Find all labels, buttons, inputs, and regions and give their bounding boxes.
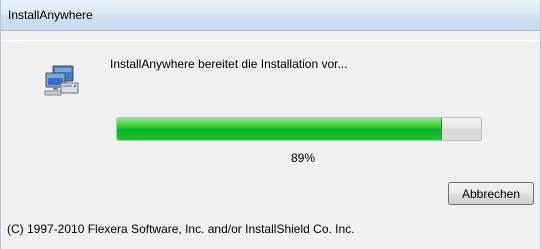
progress-bar xyxy=(116,117,482,141)
copyright-text: (C) 1997-2010 Flexera Software, Inc. and… xyxy=(7,222,355,236)
installer-window: InstallAnywhere InstallAnywhere bereitet… xyxy=(0,0,541,249)
computer-setup-icon xyxy=(43,63,81,97)
progress-bar-fill xyxy=(117,118,442,140)
progress-percent-label: 89% xyxy=(290,151,316,165)
title-bar[interactable]: InstallAnywhere xyxy=(1,0,540,31)
window-title: InstallAnywhere xyxy=(8,8,93,22)
cancel-button[interactable]: Abbrechen xyxy=(448,182,534,205)
status-message: InstallAnywhere bereitet die Installatio… xyxy=(110,57,348,71)
dialog-content: InstallAnywhere bereitet die Installatio… xyxy=(1,40,540,249)
